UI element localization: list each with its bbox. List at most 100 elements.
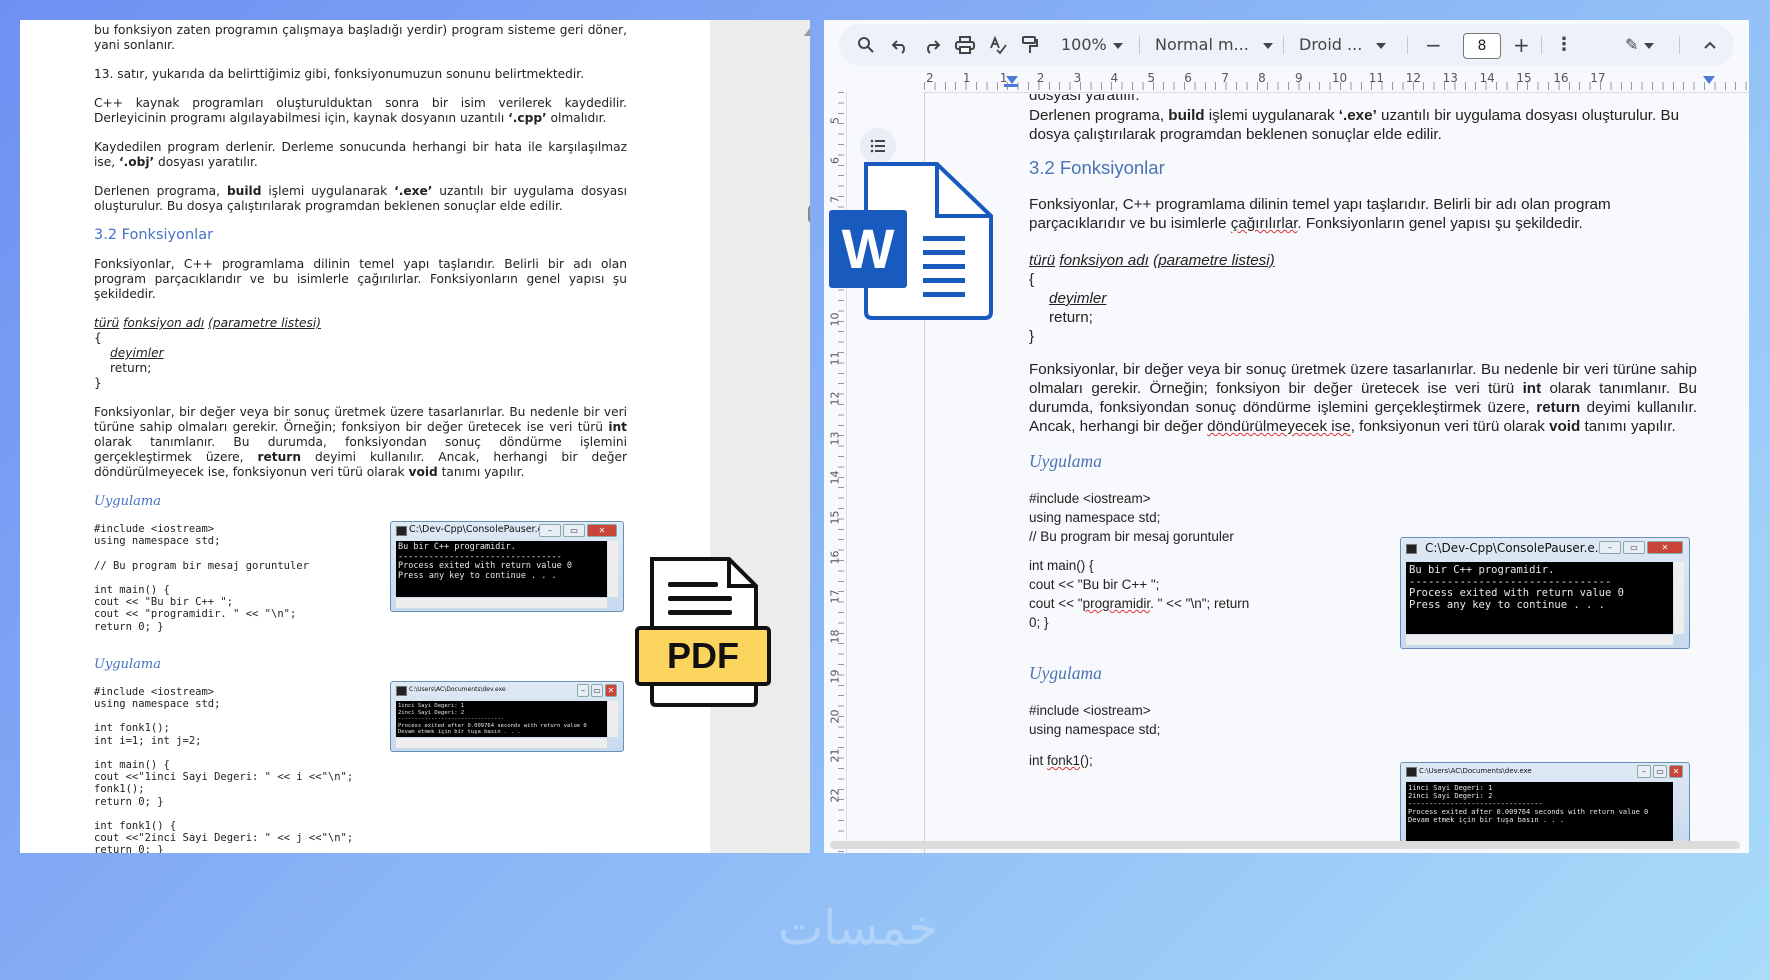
brace: { bbox=[94, 331, 102, 345]
pdf-file-icon: PDF bbox=[634, 556, 774, 712]
text: tanımı yapılır. bbox=[1580, 418, 1676, 435]
style-value: Normal m... bbox=[1155, 35, 1249, 54]
zoom-dropdown[interactable]: 100% bbox=[1061, 24, 1123, 66]
maximize-icon[interactable]: ▭ bbox=[1653, 765, 1667, 778]
pdf-paragraph: Kaydedilen program derlenir. Derleme son… bbox=[94, 140, 627, 170]
console-vertical-scrollbar[interactable] bbox=[1674, 562, 1684, 634]
pdf-uygulama-heading: Uygulama bbox=[94, 494, 161, 509]
console-horizontal-scrollbar[interactable] bbox=[396, 598, 607, 608]
redo-icon[interactable] bbox=[923, 24, 941, 66]
more-options-icon[interactable]: ⋮ bbox=[1555, 24, 1573, 66]
pdf-scrollbar-thumb[interactable] bbox=[808, 205, 810, 223]
pdf-paragraph: 13. satır, yukarıda da belirttiğimiz gib… bbox=[94, 67, 585, 81]
decrease-font-size-icon[interactable]: − bbox=[1425, 24, 1442, 66]
search-menus-icon[interactable] bbox=[857, 24, 875, 66]
misspelled-word[interactable]: fonk1 bbox=[1047, 753, 1080, 768]
code-line: #include <iostream> bbox=[1029, 491, 1151, 506]
syntax-name: fonksiyon adı bbox=[123, 316, 205, 330]
window-controls: – ▭ ✕ bbox=[577, 684, 617, 697]
ruler-number: 19 bbox=[828, 669, 842, 684]
chevron-down-icon bbox=[1644, 42, 1655, 49]
close-icon[interactable]: ✕ bbox=[587, 524, 617, 537]
bold-text: int bbox=[608, 420, 627, 434]
console-window: C:\Users\AC\Documents\dev.exe – ▭ ✕ 1inci … bbox=[1400, 762, 1690, 844]
misspelled-word[interactable]: döndürülmeyecek ise bbox=[1207, 418, 1351, 435]
close-icon[interactable]: ✕ bbox=[1669, 765, 1683, 778]
maximize-icon[interactable]: ▭ bbox=[1623, 541, 1645, 554]
hide-menus-chevron-up-icon[interactable] bbox=[1703, 24, 1717, 66]
font-size-input[interactable]: 8 bbox=[1463, 33, 1501, 59]
horizontal-ruler[interactable]: 2 1 1 2 3 4 5 6 7 8 9 10 11 12 13 14 15 16 17 bbox=[924, 70, 1749, 93]
console-app-icon bbox=[1406, 544, 1417, 554]
maximize-icon[interactable]: ▭ bbox=[563, 524, 585, 537]
misspelled-word[interactable]: programidir bbox=[1083, 596, 1151, 611]
code-line: #include <iostream> bbox=[1029, 703, 1151, 718]
ruler-number: 14 bbox=[828, 470, 842, 485]
console-horizontal-scrollbar[interactable] bbox=[1406, 635, 1673, 645]
document-outline-button[interactable] bbox=[860, 128, 896, 164]
text: dosyası yaratılır. bbox=[1029, 94, 1140, 104]
pdf-viewer-margin bbox=[710, 20, 810, 853]
word-letter: W bbox=[841, 217, 895, 280]
scroll-up-arrow-icon[interactable] bbox=[804, 28, 810, 36]
text: Derlenen programa, bbox=[1029, 107, 1169, 124]
minimize-icon[interactable]: – bbox=[539, 524, 561, 537]
bold-text: ‘.exe’ bbox=[1338, 107, 1377, 124]
ruler-number: 13 bbox=[828, 431, 842, 446]
pdf-paragraph: Derlenen programa, build işlemi uygulana… bbox=[94, 184, 627, 214]
toolbar-divider bbox=[1407, 36, 1408, 54]
toolbar-divider bbox=[1139, 36, 1140, 54]
pencil-icon: ✎ bbox=[1625, 35, 1639, 54]
brace: { bbox=[1029, 271, 1035, 288]
bold-text: return bbox=[257, 450, 301, 464]
toolbar-divider bbox=[1283, 36, 1284, 54]
minimize-icon[interactable]: – bbox=[1637, 765, 1651, 778]
maximize-icon[interactable]: ▭ bbox=[591, 684, 603, 697]
paint-format-icon[interactable] bbox=[1021, 24, 1039, 66]
docs-editor-pane: 100% Normal m... Droid ... − 8 + ⋮ ✎ 211… bbox=[824, 20, 1749, 853]
minimize-icon[interactable]: – bbox=[1599, 541, 1621, 554]
console-horizontal-scrollbar[interactable] bbox=[396, 738, 607, 748]
left-indent-marker-icon[interactable] bbox=[1006, 76, 1018, 84]
ruler-number: 7 bbox=[1221, 71, 1229, 85]
ruler-number: 16 bbox=[828, 550, 842, 565]
bold-text: void bbox=[1549, 418, 1581, 435]
text: cout << " bbox=[1029, 596, 1083, 611]
chevron-down-icon bbox=[1262, 42, 1273, 49]
zoom-value: 100% bbox=[1061, 35, 1107, 54]
text: tanımı yapılır. bbox=[437, 465, 525, 479]
print-icon[interactable] bbox=[955, 24, 975, 66]
brace: } bbox=[94, 376, 102, 390]
first-line-indent-marker-icon[interactable] bbox=[1004, 84, 1018, 87]
syntax-statements: deyimler bbox=[1049, 290, 1107, 307]
syntax-params: (parametre listesi) bbox=[208, 316, 321, 330]
minimize-icon[interactable]: – bbox=[577, 684, 589, 697]
editing-mode-dropdown[interactable]: ✎ bbox=[1625, 24, 1655, 66]
docs-horizontal-scrollbar[interactable] bbox=[830, 841, 1740, 849]
console-vertical-scrollbar[interactable] bbox=[608, 541, 618, 597]
ruler-number: 15 bbox=[828, 510, 842, 525]
text: Derlenen programa, bbox=[94, 184, 227, 198]
spellcheck-icon[interactable] bbox=[989, 24, 1007, 66]
font-dropdown[interactable]: Droid ... bbox=[1299, 24, 1387, 66]
close-icon[interactable]: ✕ bbox=[1647, 541, 1683, 554]
increase-font-size-icon[interactable]: + bbox=[1513, 24, 1530, 66]
close-icon[interactable]: ✕ bbox=[605, 684, 617, 697]
text: , fonksiyonun veri türü olarak bbox=[1350, 418, 1550, 435]
console-window: C:\Dev-Cpp\ConsolePauser.e... – ▭ ✕ Bu bir… bbox=[390, 521, 624, 612]
pdf-syntax-block: türü fonksiyon adı (parametre listesi) {… bbox=[94, 316, 627, 391]
console-vertical-scrollbar[interactable] bbox=[608, 701, 618, 737]
right-indent-marker-icon[interactable] bbox=[1703, 76, 1715, 84]
docs-page-content[interactable]: Derlenen programa, build işlemi uygulana… bbox=[1029, 106, 1697, 770]
text: olmalıdır. bbox=[546, 111, 607, 125]
ruler-number: 5 bbox=[1147, 71, 1156, 85]
paragraph-style-dropdown[interactable]: Normal m... bbox=[1155, 24, 1273, 66]
undo-icon[interactable] bbox=[891, 24, 909, 66]
pdf-paragraph: C++ kaynak programları oluşturulduktan s… bbox=[94, 96, 627, 126]
code-line: using namespace std; bbox=[1029, 510, 1161, 525]
text: int bbox=[1029, 753, 1048, 768]
console-app-icon bbox=[396, 526, 407, 536]
doc-uygulama-heading: Uygulama bbox=[1029, 663, 1102, 683]
console-app-icon bbox=[396, 686, 407, 696]
misspelled-word[interactable]: çağırılırlar bbox=[1231, 215, 1298, 232]
